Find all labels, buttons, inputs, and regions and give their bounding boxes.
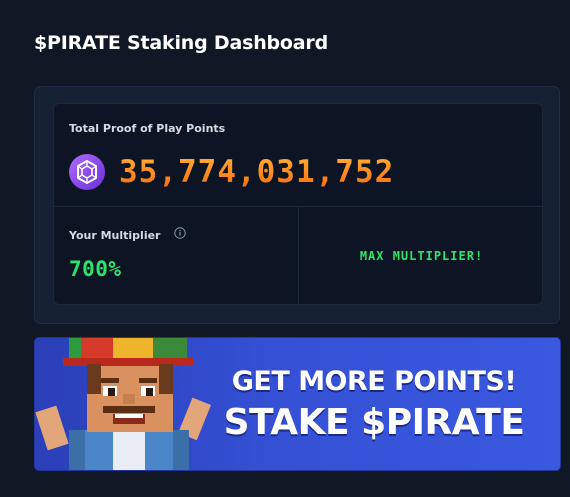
page-title: $PIRATE Staking Dashboard — [34, 32, 328, 54]
info-icon[interactable] — [174, 227, 186, 239]
points-label: Total Proof of Play Points — [69, 122, 226, 135]
banner-headline: GET MORE POINTS! — [231, 366, 517, 397]
points-gem-icon — [69, 154, 105, 190]
staking-card: Total Proof of Play Points 35,774,031,75… — [34, 86, 560, 324]
points-row: 35,774,031,752 — [69, 154, 394, 190]
points-panel: Total Proof of Play Points 35,774,031,75… — [53, 103, 543, 305]
banner-cta: STAKE $PIRATE — [223, 402, 525, 443]
multiplier-value: 700% — [69, 257, 122, 281]
multiplier-label: Your Multiplier — [69, 229, 161, 242]
max-multiplier-status: MAX MULTIPLIER! — [359, 249, 484, 263]
stake-promo-banner[interactable]: GET MORE POINTS! STAKE $PIRATE — [34, 337, 561, 471]
points-value: 35,774,031,752 — [119, 154, 395, 190]
